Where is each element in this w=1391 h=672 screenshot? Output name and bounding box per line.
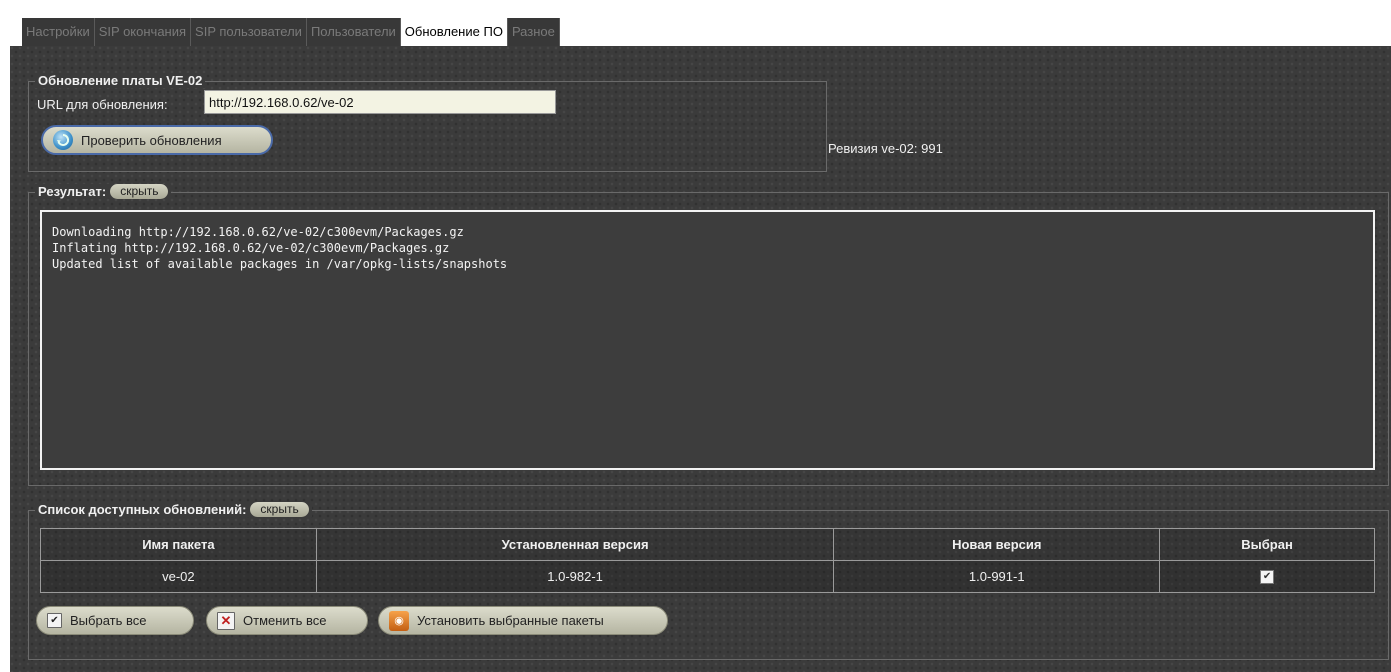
- cancel-all-label: Отменить все: [243, 613, 327, 628]
- result-hide-toggle[interactable]: скрыть: [110, 184, 169, 199]
- board-update-fieldset: Обновление платы VE-02 URL для обновлени…: [28, 73, 827, 172]
- result-log: Downloading http://192.168.0.62/ve-02/c3…: [40, 210, 1375, 470]
- new-version-cell: 1.0-991-1: [833, 560, 1161, 593]
- check-updates-button[interactable]: Проверить обновления: [41, 125, 273, 155]
- select-all-button[interactable]: ✔ Выбрать все: [36, 606, 194, 635]
- cancel-all-button[interactable]: ✕ Отменить все: [206, 606, 368, 635]
- revision-text: Ревизия ve-02: 991: [828, 141, 943, 156]
- install-selected-label: Установить выбранные пакеты: [417, 613, 604, 628]
- package-name-cell: ve-02: [40, 560, 317, 593]
- tab-bar: Настройки SIP окончания SIP пользователи…: [22, 18, 560, 46]
- updates-legend: Список доступных обновлений: скрыть: [35, 502, 312, 517]
- install-selected-button[interactable]: ◉ Установить выбранные пакеты: [378, 606, 668, 635]
- result-legend: Результат: скрыть: [35, 184, 172, 199]
- uncheck-icon: ✕: [217, 611, 235, 630]
- select-all-label: Выбрать все: [70, 613, 147, 628]
- tab-settings[interactable]: Настройки: [22, 18, 95, 46]
- installed-version-cell: 1.0-982-1: [315, 560, 835, 593]
- updates-hide-toggle[interactable]: скрыть: [250, 502, 309, 517]
- updates-legend-label: Список доступных обновлений:: [38, 502, 247, 517]
- col-installed-version: Установленная версия: [315, 528, 835, 561]
- tab-sip-endpoints[interactable]: SIP окончания: [94, 18, 192, 46]
- col-selected: Выбран: [1159, 528, 1375, 561]
- main-panel: Обновление платы VE-02 URL для обновлени…: [10, 46, 1391, 672]
- packages-table: Имя пакета Установленная версия Новая ве…: [40, 528, 1375, 593]
- install-package-icon: ◉: [389, 610, 409, 631]
- update-url-input[interactable]: [204, 90, 556, 114]
- selected-cell: ✔: [1159, 560, 1375, 593]
- package-selected-checkbox[interactable]: ✔: [1260, 570, 1275, 585]
- result-legend-label: Результат:: [38, 184, 107, 199]
- col-new-version: Новая версия: [833, 528, 1161, 561]
- col-package-name: Имя пакета: [40, 528, 317, 561]
- tab-sip-users[interactable]: SIP пользователи: [191, 18, 307, 46]
- refresh-globe-icon: [53, 130, 73, 150]
- table-header-row: Имя пакета Установленная версия Новая ве…: [40, 528, 1375, 561]
- board-update-legend: Обновление платы VE-02: [35, 73, 206, 88]
- tab-misc[interactable]: Разное: [507, 18, 560, 46]
- check-updates-label: Проверить обновления: [81, 132, 222, 148]
- tab-software-update[interactable]: Обновление ПО: [400, 18, 508, 46]
- url-label: URL для обновления:: [37, 97, 168, 112]
- tab-users[interactable]: Пользователи: [306, 18, 401, 46]
- table-row: ve-02 1.0-982-1 1.0-991-1 ✔: [40, 560, 1375, 593]
- checkbox-icon: ✔: [47, 613, 62, 628]
